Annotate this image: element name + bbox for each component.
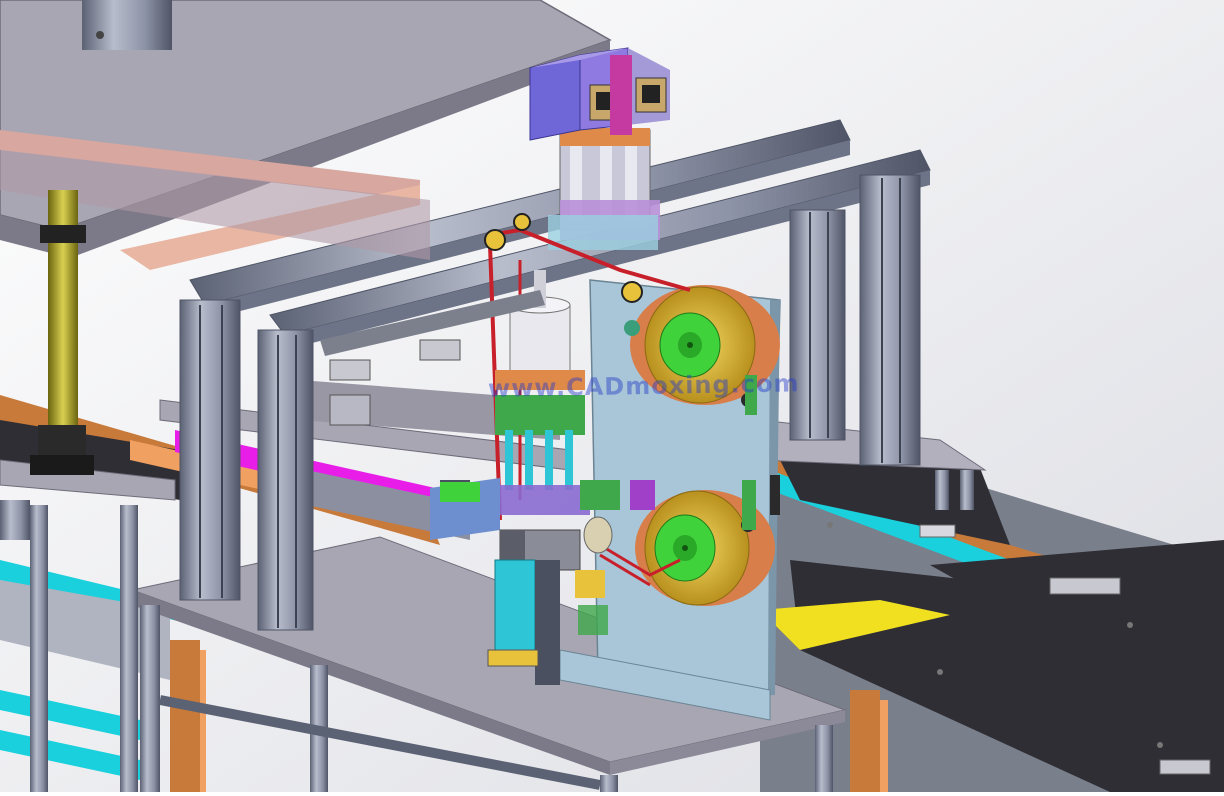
cad-render-scene: www.CADmoxing.com	[0, 0, 1224, 792]
watermark: www.CADmoxing.com	[487, 369, 800, 403]
